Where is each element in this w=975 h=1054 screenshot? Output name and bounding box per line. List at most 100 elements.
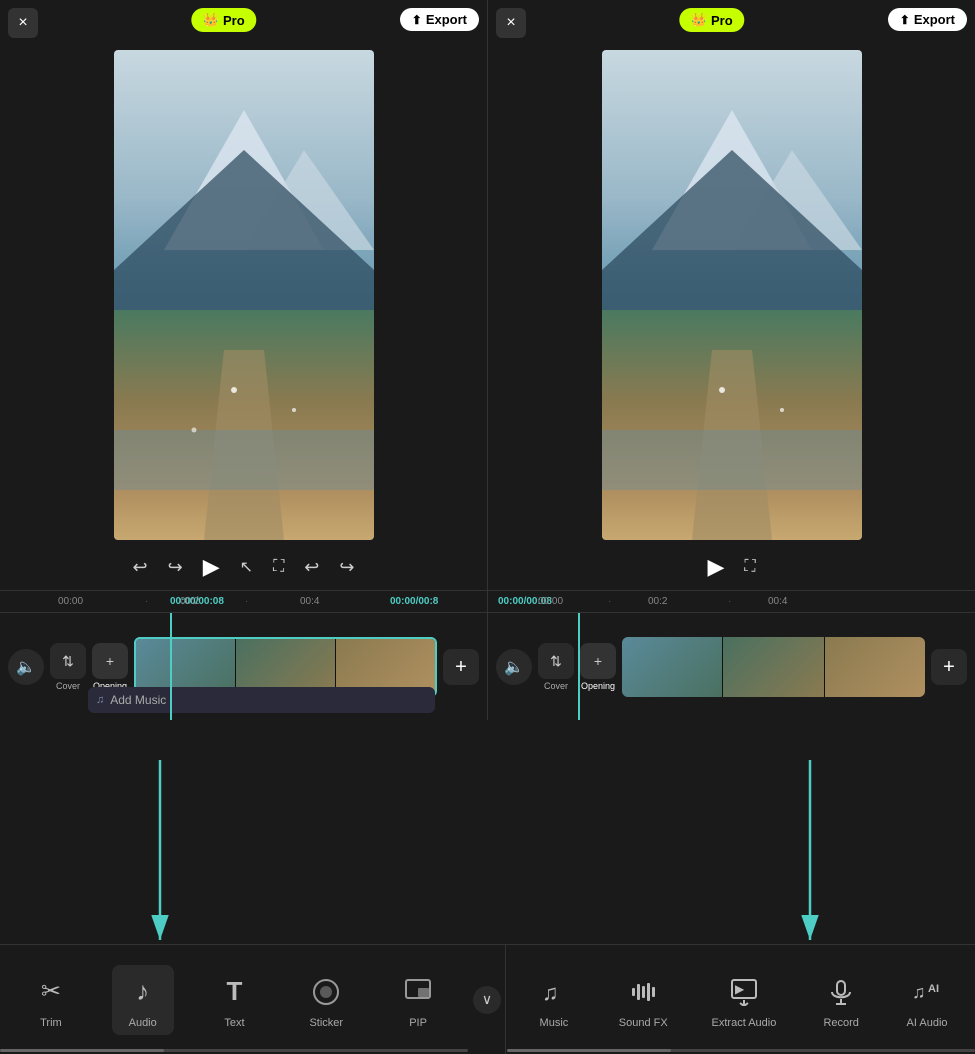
sound-fx-icon [622,971,664,1013]
right-playback-controls: ▶ ⛶ [488,554,975,580]
right-cover-label: Cover [544,681,568,691]
sticker-tool[interactable]: Sticker [295,965,357,1035]
bottom-toolbar: ✂ Trim ♪ Audio T Text [0,944,975,1054]
left-add-clip-button[interactable]: + [443,649,479,685]
left-marker-2: 00:4 [300,596,319,607]
pip-label: PIP [409,1017,427,1029]
right-volume-button[interactable]: 🔈 [496,649,532,685]
music-tool[interactable]: ♫ Music [525,965,583,1035]
app-container: × 👑 Pro ⬆ Export [0,0,975,1054]
sound-fx-tool[interactable]: Sound FX [611,965,676,1035]
trim-tool[interactable]: ✂ Trim [20,965,82,1035]
music-icon: ♫ [533,971,575,1013]
extract-audio-icon: ▶ [723,971,765,1013]
left-undo2-button[interactable]: ↩ [304,557,319,578]
left-play-button[interactable]: ▶ [203,554,220,580]
add-music-label: Add Music [110,693,166,707]
preview-section: × 👑 Pro ⬆ Export [0,0,975,590]
record-tool[interactable]: Record [812,965,870,1035]
ai-audio-tool[interactable]: ♫ AI AI Audio [898,965,956,1035]
left-video-svg [114,50,374,540]
left-toolbar: ✂ Trim ♪ Audio T Text [0,945,469,1054]
right-cover-icon: ⇅ [538,643,574,679]
right-timeline-cursor [578,613,580,720]
right-video-svg [602,50,862,540]
left-export-button[interactable]: ⬆ Export [400,8,479,31]
left-cover-button[interactable]: ⇅ Cover [50,643,86,691]
right-frame-3 [825,637,925,697]
right-arrow-indicator [750,760,870,950]
left-redo-button[interactable]: ↪ [168,557,183,578]
left-marker-1: 00:2 [180,596,199,607]
sticker-label: Sticker [309,1017,343,1029]
sticker-icon [305,971,347,1013]
right-opening-button[interactable]: + Opening [580,643,616,691]
right-timeline: 00:00/00:08 00:00 · 00:2 · 00:4 🔈 ⇅ [488,591,975,720]
right-marker-dot1: · [608,596,611,607]
left-add-music-bar[interactable]: ♫ Add Music [88,687,435,713]
music-note-icon: ♫ [96,694,104,706]
right-play-button[interactable]: ▶ [707,554,724,580]
left-video-preview [114,50,374,540]
left-marker-dot2: · [245,596,248,607]
right-pro-label: Pro [711,13,733,28]
audio-tool[interactable]: ♪ Audio [112,965,174,1035]
left-marker-dot1: · [145,596,148,607]
left-arrow-indicator [100,760,220,950]
timeline-section: 00:00/00:08 00:00 00:2 · 00:4 · 00:00/00… [0,590,975,720]
right-video-preview [602,50,862,540]
right-add-clip-button[interactable]: + [931,649,967,685]
right-cover-button[interactable]: ⇅ Cover [538,643,574,691]
left-opening-button[interactable]: + Opening [92,643,128,691]
pip-tool[interactable]: PIP [387,965,449,1035]
ai-audio-label: AI Audio [907,1017,948,1029]
right-export-button[interactable]: ⬆ Export [888,8,967,31]
right-timeline-ruler: 00:00/00:08 00:00 · 00:2 · 00:4 [488,591,975,613]
text-label: Text [224,1017,244,1029]
svg-text:♫: ♫ [542,980,559,1005]
svg-text:▶: ▶ [735,982,745,996]
right-marker-dot2: · [728,596,731,607]
right-progress-fill [507,1049,671,1052]
left-progress-bar [0,1049,468,1052]
left-timeline: 00:00/00:08 00:00 00:2 · 00:4 · 00:00/00… [0,591,487,720]
left-playback-controls: ↩ ↪ ▶ ↖ ⛶ ↩ ↪ [0,554,487,580]
left-cover-icon: ⇅ [50,643,86,679]
left-pro-badge[interactable]: 👑 Pro [191,8,257,32]
right-marker-1: 00:2 [648,596,667,607]
left-cover-label: Cover [56,681,80,691]
left-close-button[interactable]: × [8,8,38,38]
extract-audio-label: Extract Audio [712,1017,777,1029]
right-marker-2: 00:4 [768,596,787,607]
left-volume-button[interactable]: 🔈 [8,649,44,685]
text-tool[interactable]: T Text [203,965,265,1035]
svg-text:AI: AI [928,983,939,995]
right-close-button[interactable]: × [496,8,526,38]
right-timeline-content: 🔈 ⇅ Cover + Opening [488,613,975,720]
right-frame-2 [723,637,824,697]
left-opening-icon: + [92,643,128,679]
export-icon: ⬆ [412,13,422,27]
extract-audio-tool[interactable]: ▶ Extract Audio [704,965,785,1035]
right-crown-icon: 👑 [691,12,707,28]
ai-audio-icon: ♫ AI [906,971,948,1013]
right-preview-panel: × 👑 Pro ⬆ Export [487,0,975,590]
audio-icon: ♪ [122,971,164,1013]
right-pro-badge[interactable]: 👑 Pro [679,8,745,32]
right-opening-icon: + [580,643,616,679]
record-icon [820,971,862,1013]
left-undo-button[interactable]: ↩ [133,557,148,578]
collapse-button[interactable]: ∨ [473,986,501,1014]
left-cursor-icon: ↖ [240,557,253,577]
music-label: Music [540,1017,569,1029]
left-preview-panel: × 👑 Pro ⬆ Export [0,0,487,590]
left-export-label: Export [426,12,467,27]
right-video-strip [622,637,925,697]
left-fullscreen-button[interactable]: ⛶ [273,558,284,576]
left-marker-0: 00:00 [58,596,83,607]
right-fullscreen-button[interactable]: ⛶ [744,558,755,576]
left-timeline-content: 🔈 ⇅ Cover + Opening [0,613,487,720]
left-marker-total: 00:00/00:8 [390,596,438,607]
right-export-icon: ⬆ [900,13,910,27]
left-redo2-button[interactable]: ↪ [339,557,354,578]
